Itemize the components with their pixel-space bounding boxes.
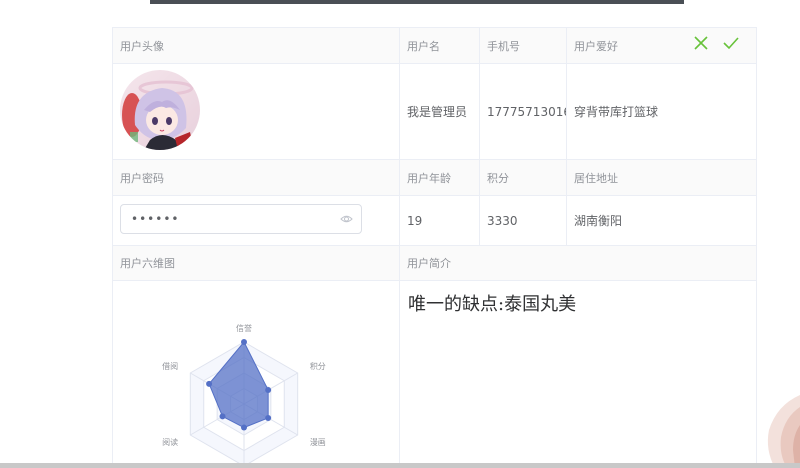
decorative-image — [767, 395, 800, 468]
radar-axis-label: 阅读 — [162, 437, 178, 447]
avatar[interactable] — [120, 70, 200, 150]
check-icon[interactable] — [721, 33, 741, 53]
password-label: 用户密码 — [113, 159, 399, 195]
radar-point[interactable] — [241, 424, 247, 431]
age-value: 19 — [399, 195, 479, 245]
avatar-label: 用户头像 — [113, 27, 399, 63]
radar-point[interactable] — [206, 380, 213, 387]
username-label: 用户名 — [399, 27, 479, 63]
bottom-scroll-track — [0, 463, 800, 468]
radar-axis-label: 漫画 — [310, 437, 326, 447]
radar-point[interactable] — [265, 414, 272, 421]
radar-point[interactable] — [241, 339, 247, 345]
points-label: 积分 — [479, 159, 566, 195]
points-value: 3330 — [479, 195, 566, 245]
intro-label: 用户简介 — [399, 245, 756, 280]
phone-label: 手机号 — [479, 27, 566, 63]
hobby-value: 穿背带库打篮球 — [566, 63, 756, 159]
password-field[interactable] — [120, 204, 362, 234]
close-icon[interactable] — [691, 33, 711, 53]
radar-axis-label: 积分 — [310, 361, 326, 371]
radar-axis-label: 信誉 — [236, 323, 252, 333]
eye-icon[interactable] — [340, 213, 353, 225]
top-bar — [150, 0, 684, 4]
phone-value: 17775713016 — [479, 63, 566, 159]
username-value: 我是管理员 — [399, 63, 479, 159]
intro-text: 唯一的缺点:泰国丸美 — [408, 294, 577, 315]
radar-chart: 信誉积分漫画 阅读 借阅 — [162, 323, 326, 467]
radar-label: 用户六维图 — [113, 245, 399, 280]
password-input[interactable] — [131, 205, 331, 233]
age-label: 用户年龄 — [399, 159, 479, 195]
radar-point[interactable] — [219, 413, 226, 420]
address-value: 湖南衡阳 — [566, 195, 756, 245]
radar-axis-label: 借阅 — [162, 361, 178, 371]
address-label: 居住地址 — [566, 159, 756, 195]
radar-point[interactable] — [265, 387, 272, 394]
